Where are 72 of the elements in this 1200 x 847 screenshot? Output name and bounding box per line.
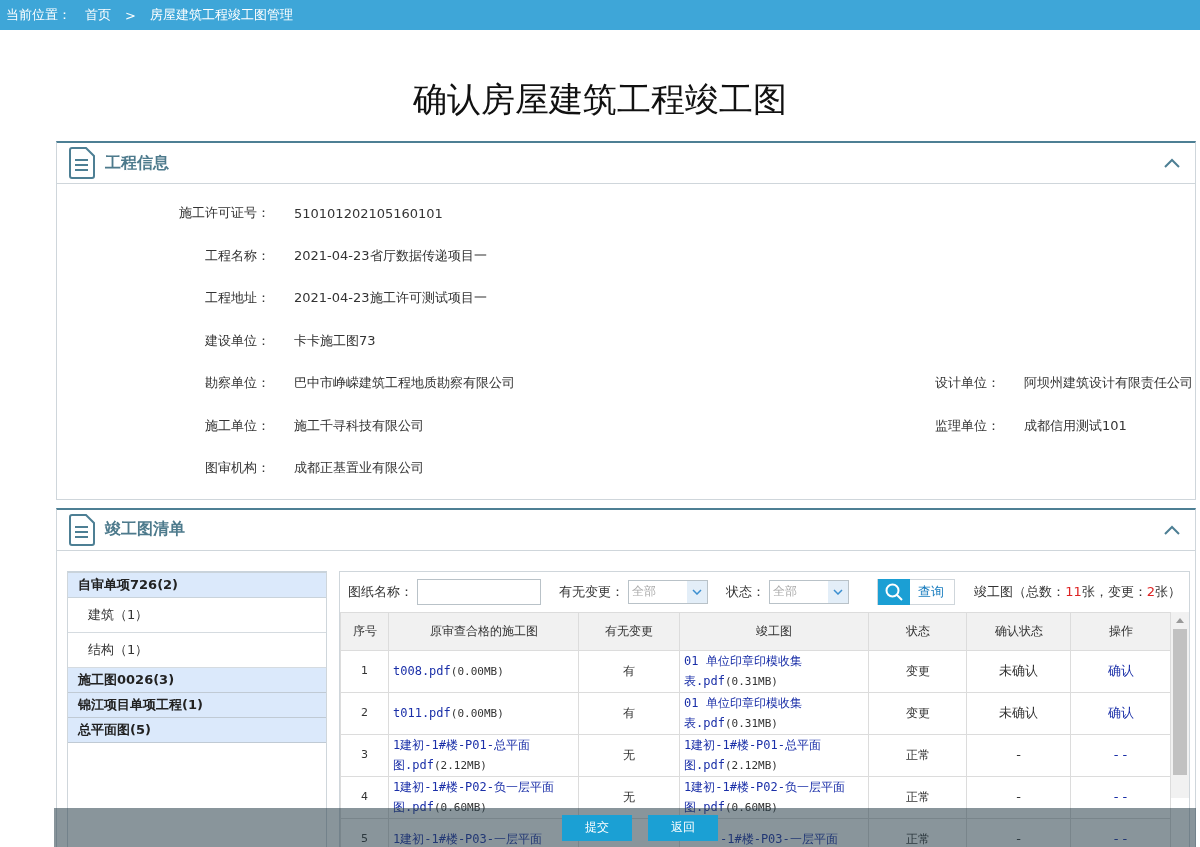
table-cell: 2 [340, 692, 389, 734]
table-cell: 无 [578, 734, 680, 776]
table-cell: 有 [578, 692, 680, 734]
field-label: 设计单位： [934, 374, 1001, 393]
field-label: 监理单位： [934, 416, 1001, 435]
column-header: 原审查合格的施工图 [388, 612, 579, 650]
table-cell: 5 [340, 818, 389, 847]
table-cell: 未确认 [966, 692, 1071, 734]
table-cell: 变更 [868, 692, 967, 734]
drawing-count-summary: 竣工图（总数：11张，变更：2张） [974, 582, 1181, 601]
field-value: 510101202105160101 [294, 204, 444, 223]
confirm-link[interactable]: 确认 [1107, 705, 1134, 720]
tree-group[interactable]: 自审单项726(2) [68, 572, 326, 598]
field-value: 成都正基置业有限公司 [294, 459, 425, 478]
panel-title: 工程信息 [105, 152, 170, 174]
page-title: 确认房屋建筑工程竣工图 [412, 77, 788, 121]
field-label: 工程名称： [204, 246, 271, 265]
field-value: 施工千寻科技有限公司 [294, 416, 425, 435]
table-cell: 有 [578, 650, 680, 692]
field-label: 图审机构： [204, 459, 271, 478]
filter-label: 图纸名称： [348, 582, 413, 601]
tree-group[interactable]: 锦江项目单项工程(1) [68, 692, 326, 718]
tree-group[interactable]: 总平面图(5) [68, 717, 326, 743]
field-label: 施工许可证号： [178, 204, 271, 223]
field-value: 2021-04-23施工许可测试项目一 [294, 289, 488, 308]
document-icon [69, 513, 95, 546]
column-header: 确认状态 [966, 612, 1071, 650]
table-cell: 未确认 [966, 650, 1071, 692]
scroll-up-icon [1176, 617, 1184, 623]
table-cell: - [966, 776, 1071, 818]
table-cell: 变更 [868, 650, 967, 692]
column-header: 序号 [340, 612, 389, 650]
column-header: 状态 [868, 612, 967, 650]
confirm-link[interactable]: 确认 [1107, 663, 1134, 678]
breadcrumb-separator: > [125, 7, 136, 23]
scrollbar[interactable] [1171, 611, 1189, 798]
field-label: 施工单位： [204, 416, 271, 435]
confirm-link[interactable]: - - [1113, 831, 1128, 846]
table-cell: - [966, 734, 1071, 776]
table-cell: 4 [340, 776, 389, 818]
field-value: 2021-04-23省厅数据传递项目一 [294, 246, 488, 265]
breadcrumb-label: 当前位置： [6, 6, 71, 24]
column-header: 竣工图 [679, 612, 869, 650]
panel-title: 竣工图清单 [105, 519, 186, 540]
filter-label: 有无变更： [559, 582, 624, 601]
drawing-name-field[interactable] [417, 578, 541, 605]
table-cell: 1 [340, 650, 389, 692]
scrollbar-thumb[interactable] [1173, 628, 1187, 775]
table-cell: 3 [340, 734, 389, 776]
search-icon [885, 582, 903, 601]
table-cell: 正常 [868, 734, 967, 776]
collapse-chevron-icon[interactable] [1163, 523, 1181, 536]
filter-label: 状态： [726, 582, 765, 601]
field-value: 成都信用测试101 [1024, 416, 1128, 435]
column-header: 有无变更 [578, 612, 680, 650]
caret-icon [692, 588, 702, 595]
field-label: 建设单位： [204, 331, 271, 350]
field-value: 巴中市峥嵘建筑工程地质勘察有限公司 [294, 374, 516, 393]
table-cell: 正常 [868, 776, 967, 818]
file-link[interactable]: -1#楼-P03-一层平面 [720, 829, 838, 847]
field-label: 勘察单位： [204, 374, 271, 393]
field-value: 卡卡施工图73 [294, 331, 377, 350]
field-label: 工程地址： [204, 289, 271, 308]
column-header: 操作 [1070, 612, 1171, 650]
field-value: 阿坝州建筑设计有限责任公司 [1024, 374, 1194, 393]
search-button[interactable]: 查询 [877, 578, 955, 605]
confirm-link[interactable]: - - [1113, 789, 1128, 804]
confirm-link[interactable]: - - [1113, 747, 1128, 762]
caret-icon [833, 588, 843, 595]
tree-group[interactable]: 施工图0026(3) [68, 667, 326, 693]
document-icon [69, 147, 95, 179]
collapse-chevron-icon[interactable] [1163, 157, 1181, 169]
